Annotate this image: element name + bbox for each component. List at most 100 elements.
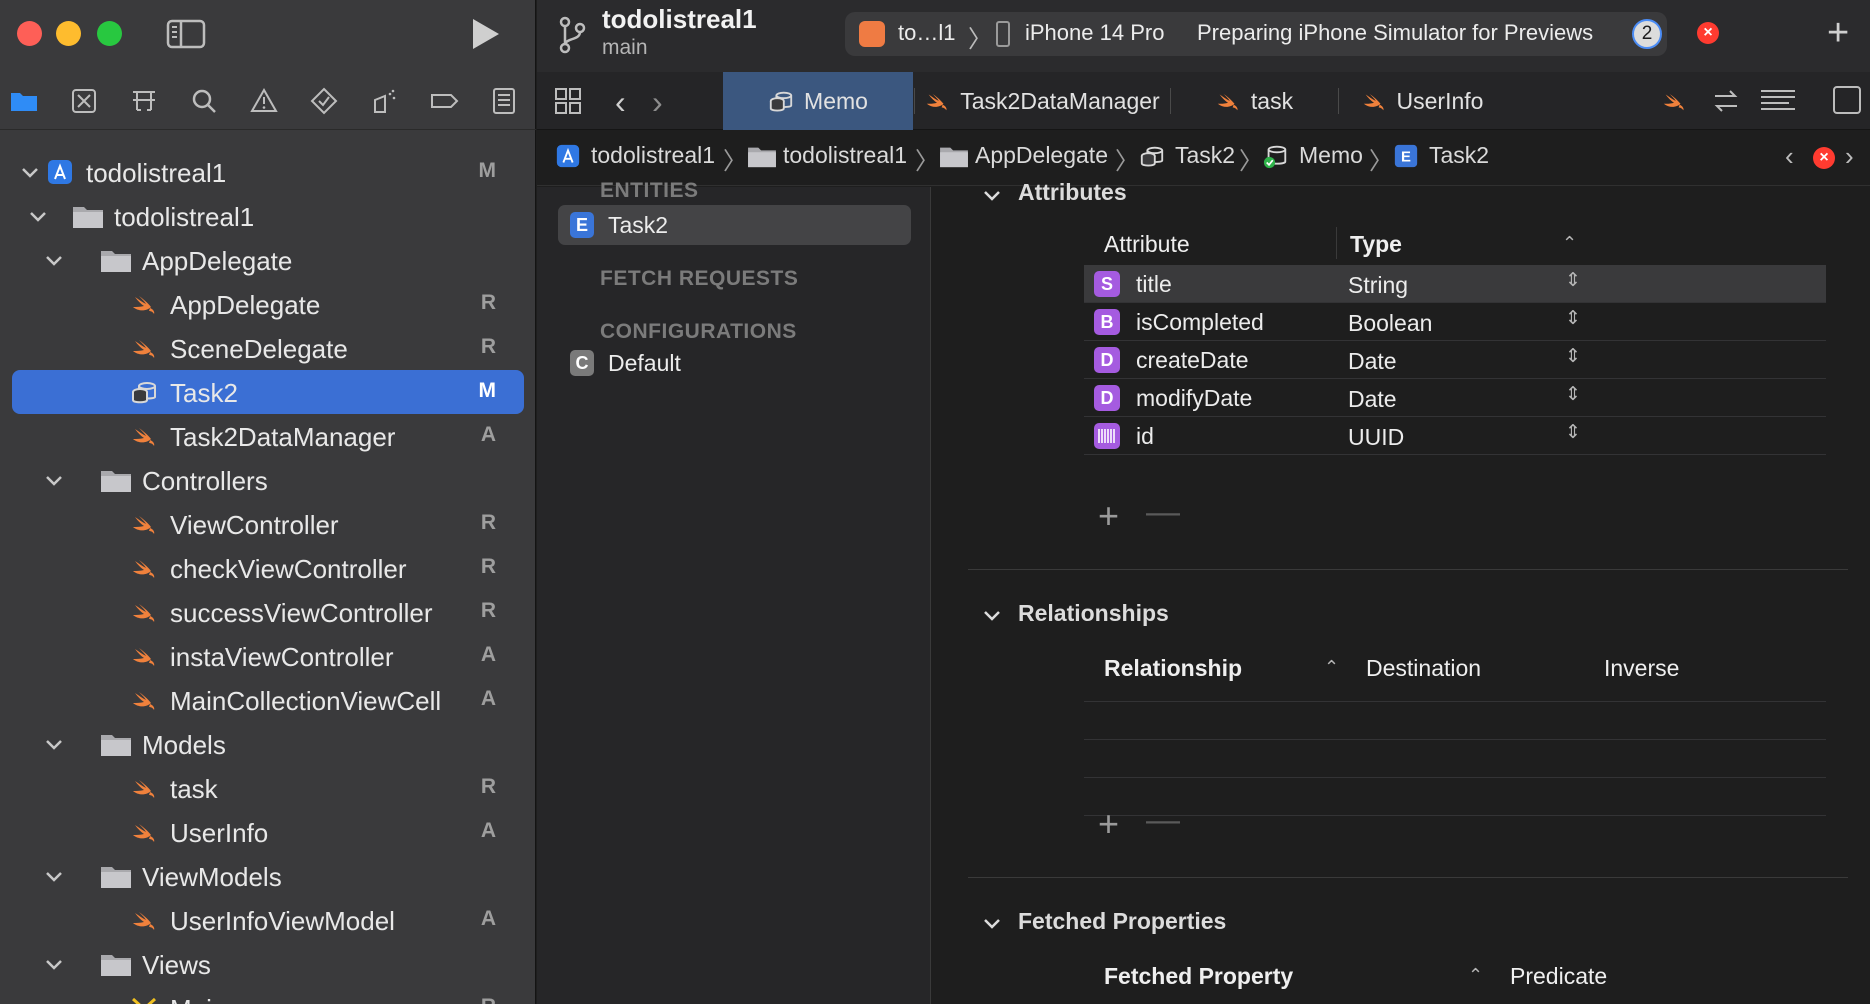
type-popup-chevrons-icon[interactable]: ⇕ xyxy=(1565,421,1581,444)
sort-ascending-icon[interactable]: ⌃ xyxy=(1562,233,1577,254)
disclosure-chevron-down-icon[interactable] xyxy=(44,866,64,886)
navigator-item-userinfo[interactable]: UserInfo A xyxy=(0,810,536,854)
related-items-grid-icon[interactable] xyxy=(553,86,583,116)
attribute-name[interactable]: isCompleted xyxy=(1136,309,1264,336)
attribute-column-header[interactable]: Attribute xyxy=(1104,231,1190,258)
remove-relationship-minus-icon[interactable]: — xyxy=(1146,801,1180,840)
close-window-button[interactable] xyxy=(17,21,42,46)
navigator-item-scenedelegate[interactable]: SceneDelegate R xyxy=(0,326,536,370)
attribute-type-popup[interactable]: String xyxy=(1348,272,1408,299)
navigator-item-todolistreal1[interactable]: todolistreal1 xyxy=(0,194,536,238)
navigator-item-task2datamanager[interactable]: Task2DataManager A xyxy=(0,414,536,458)
attribute-type-popup[interactable]: Boolean xyxy=(1348,310,1432,337)
add-editor-split-icon[interactable] xyxy=(1833,86,1861,114)
symbol-navigator-tab-icon[interactable] xyxy=(126,84,162,118)
configuration-row-default[interactable]: C Default xyxy=(558,343,911,383)
debug-navigator-spray-icon[interactable] xyxy=(366,84,402,118)
navigator-item-successviewcontroller[interactable]: successViewController R xyxy=(0,590,536,634)
sidebar-toggle-icon[interactable] xyxy=(166,18,206,50)
attribute-type-popup[interactable]: Date xyxy=(1348,386,1397,413)
run-destination[interactable]: iPhone 14 Pro xyxy=(1025,20,1164,46)
add-library-plus-icon[interactable]: + xyxy=(1827,12,1849,55)
relationship-sort-icon[interactable]: ⌃ xyxy=(1324,657,1339,678)
attribute-name[interactable]: id xyxy=(1136,423,1154,450)
type-popup-chevrons-icon[interactable]: ⇕ xyxy=(1565,383,1581,406)
run-play-icon[interactable] xyxy=(468,16,502,52)
previous-issue-chevron-icon[interactable]: ‹ xyxy=(1785,141,1794,172)
navigator-item-instaviewcontroller[interactable]: instaViewController A xyxy=(0,634,536,678)
breadcrumb-todolistreal1[interactable]: todolistreal1 xyxy=(555,142,715,169)
next-issue-chevron-icon[interactable]: › xyxy=(1845,141,1854,172)
disclosure-chevron-down-icon[interactable] xyxy=(44,470,64,490)
breadcrumb-memo[interactable]: Memo xyxy=(1263,142,1363,169)
attribute-name[interactable]: title xyxy=(1136,271,1172,298)
editor-tab-memo[interactable]: Memo xyxy=(723,72,913,130)
swap-arrows-icon[interactable] xyxy=(1711,86,1741,116)
attribute-row-iscompleted[interactable]: BisCompleted Boolean ⇕ xyxy=(1084,303,1826,341)
type-popup-chevrons-icon[interactable]: ⇕ xyxy=(1565,307,1581,330)
navigator-item-models[interactable]: Models xyxy=(0,722,536,766)
navigator-item-appdelegate[interactable]: AppDelegate R xyxy=(0,282,536,326)
zoom-window-button[interactable] xyxy=(97,21,122,46)
attribute-type-popup[interactable]: Date xyxy=(1348,348,1397,375)
disclosure-chevron-down-icon[interactable] xyxy=(44,250,64,270)
navigator-item-viewmodels[interactable]: ViewModels xyxy=(0,854,536,898)
relationships-disclosure-chevron-icon[interactable] xyxy=(982,605,1002,625)
navigator-item-todolistreal1[interactable]: todolistreal1 M xyxy=(0,150,536,194)
minimize-window-button[interactable] xyxy=(56,21,81,46)
fetched-property-column-header[interactable]: Fetched Property xyxy=(1104,963,1293,990)
navigator-item-appdelegate[interactable]: AppDelegate xyxy=(0,238,536,282)
inverse-column-header[interactable]: Inverse xyxy=(1604,655,1679,682)
add-attribute-plus-icon[interactable]: + xyxy=(1098,495,1119,537)
find-navigator-search-icon[interactable] xyxy=(186,84,222,118)
disclosure-chevron-down-icon[interactable] xyxy=(20,162,40,182)
attribute-row-title[interactable]: Stitle String ⇕ xyxy=(1084,265,1826,303)
breadcrumb-task2[interactable]: E Task2 xyxy=(1393,142,1489,169)
disclosure-chevron-down-icon[interactable] xyxy=(28,206,48,226)
navigator-item-main[interactable]: Main R xyxy=(0,986,536,1004)
destination-column-header[interactable]: Destination xyxy=(1366,655,1481,682)
error-indicator-icon[interactable]: × xyxy=(1697,22,1719,44)
breakpoint-navigator-tag-icon[interactable] xyxy=(426,84,462,118)
editor-tab-task[interactable]: task xyxy=(1171,72,1337,130)
type-popup-chevrons-icon[interactable]: ⇕ xyxy=(1565,345,1581,368)
navigator-item-viewcontroller[interactable]: ViewController R xyxy=(0,502,536,546)
navigator-item-userinfoviewmodel[interactable]: UserInfoViewModel A xyxy=(0,898,536,942)
editor-tab-userinfo[interactable]: UserInfo xyxy=(1339,72,1505,130)
navigate-back-chevron-icon[interactable]: ‹ xyxy=(615,84,626,121)
editor-tab-task2datamanager[interactable]: Task2DataManager xyxy=(915,72,1169,130)
attribute-row-modifydate[interactable]: DmodifyDate Date ⇕ xyxy=(1084,379,1826,417)
attribute-row-id[interactable]: id UUID ⇕ xyxy=(1084,417,1826,455)
source-control-tab-icon[interactable] xyxy=(66,84,102,118)
fetched-property-sort-icon[interactable]: ⌃ xyxy=(1468,965,1483,986)
navigator-item-controllers[interactable]: Controllers xyxy=(0,458,536,502)
attribute-row-createdate[interactable]: DcreateDate Date ⇕ xyxy=(1084,341,1826,379)
editor-options-lines-icon[interactable] xyxy=(1759,86,1797,116)
fetched-properties-disclosure-chevron-icon[interactable] xyxy=(982,913,1002,933)
attribute-name[interactable]: modifyDate xyxy=(1136,385,1252,412)
attribute-name[interactable]: createDate xyxy=(1136,347,1249,374)
jumpbar-error-icon[interactable]: × xyxy=(1813,147,1835,169)
project-title[interactable]: todolistreal1 xyxy=(602,4,757,35)
activity-count-badge[interactable]: 2 xyxy=(1632,19,1662,49)
test-navigator-diamond-icon[interactable] xyxy=(306,84,342,118)
navigator-item-views[interactable]: Views xyxy=(0,942,536,986)
entity-row-task2[interactable]: E Task2 xyxy=(558,205,911,245)
breadcrumb-task2[interactable]: Task2 xyxy=(1139,142,1235,169)
type-column-header[interactable]: Type xyxy=(1350,231,1402,258)
remove-attribute-minus-icon[interactable]: — xyxy=(1146,493,1180,532)
navigator-item-checkviewcontroller[interactable]: checkViewController R xyxy=(0,546,536,590)
breadcrumb-appdelegate[interactable]: AppDelegate xyxy=(939,142,1108,169)
navigator-item-maincollectionviewcell[interactable]: MainCollectionViewCell A xyxy=(0,678,536,722)
branch-name[interactable]: main xyxy=(602,36,648,60)
relationship-column-header[interactable]: Relationship xyxy=(1104,655,1242,682)
navigate-forward-chevron-icon[interactable]: › xyxy=(652,84,663,121)
predicate-column-header[interactable]: Predicate xyxy=(1510,963,1607,990)
navigator-item-task2[interactable]: Task2 M xyxy=(12,370,524,414)
disclosure-chevron-down-icon[interactable] xyxy=(44,734,64,754)
scheme-name[interactable]: to…l1 xyxy=(898,20,955,46)
add-relationship-plus-icon[interactable]: + xyxy=(1098,803,1119,845)
scheme-activity-bar[interactable]: to…l1 〉 iPhone 14 Pro Preparing iPhone S… xyxy=(845,12,1667,56)
attribute-type-popup[interactable]: UUID xyxy=(1348,424,1404,451)
navigator-item-task[interactable]: task R xyxy=(0,766,536,810)
